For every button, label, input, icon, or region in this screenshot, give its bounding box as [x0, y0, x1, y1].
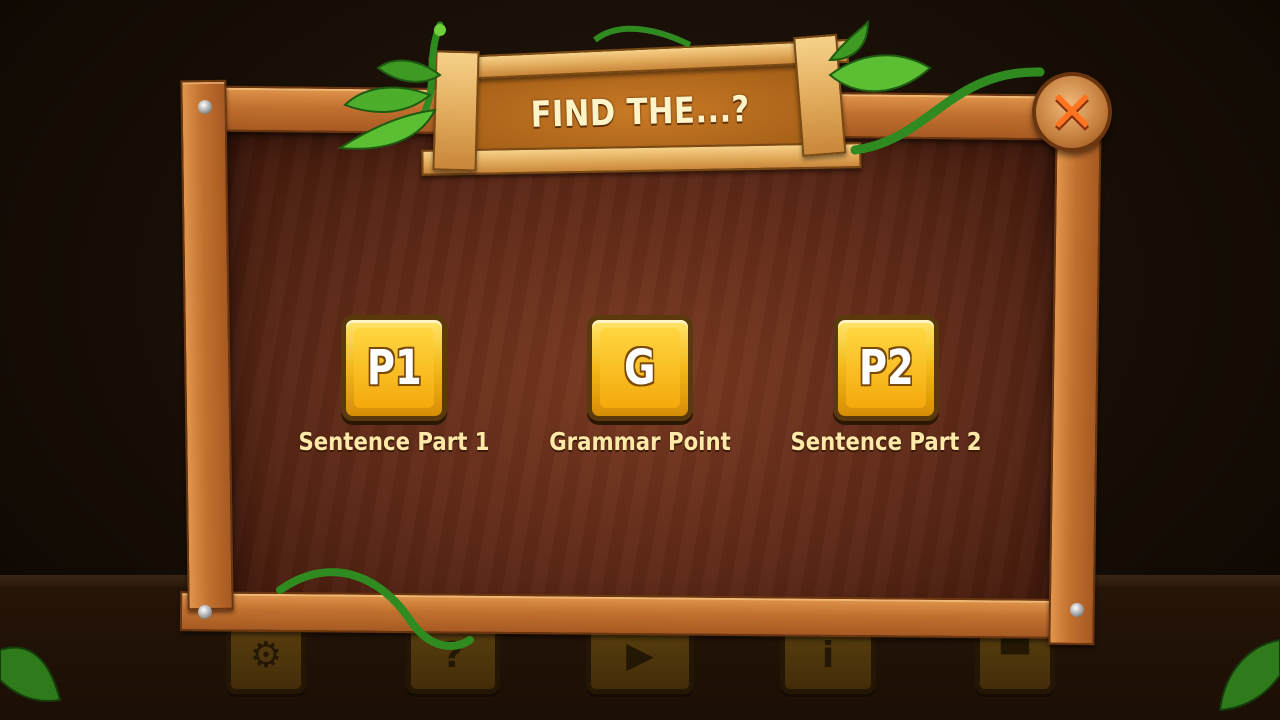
- nail: [198, 100, 212, 114]
- nail: [1070, 603, 1084, 617]
- option-grammar-point[interactable]: G Grammar Point: [540, 315, 740, 475]
- frame-plank-left: [180, 79, 234, 611]
- option-badge: P2: [858, 340, 914, 396]
- option-label: Sentence Part 2: [790, 427, 982, 456]
- option-tile-face: P1: [354, 328, 434, 408]
- option-sentence-part-2[interactable]: P2 Sentence Part 2: [786, 315, 986, 475]
- option-label: Grammar Point: [549, 427, 731, 456]
- option-label: Sentence Part 1: [298, 427, 490, 456]
- frame-plank-bottom: [179, 591, 1061, 639]
- sign-plank-left: [432, 50, 480, 172]
- title-sign: FIND THE...?: [418, 33, 862, 180]
- option-tile: G: [587, 315, 693, 421]
- option-tile-face: P2: [846, 328, 926, 408]
- option-sentence-part-1[interactable]: P1 Sentence Part 1: [294, 315, 494, 475]
- option-badge: P1: [366, 340, 422, 396]
- dialog-title: FIND THE...?: [530, 88, 751, 136]
- frame-plank-right: [1048, 119, 1102, 646]
- option-tile: P1: [341, 315, 447, 421]
- close-x-icon: ✕: [1047, 78, 1097, 146]
- option-badge: G: [624, 340, 656, 396]
- nail: [198, 605, 212, 619]
- option-tile: P2: [833, 315, 939, 421]
- option-tile-face: G: [600, 328, 680, 408]
- close-button[interactable]: ✕: [1032, 72, 1112, 152]
